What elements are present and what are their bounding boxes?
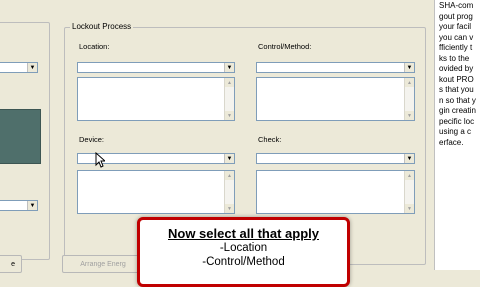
check-label: Check: bbox=[258, 135, 282, 144]
control-method-listbox[interactable]: ▲ ▼ bbox=[256, 77, 415, 121]
mouse-cursor-icon bbox=[95, 152, 105, 168]
scroll-down-icon[interactable]: ▼ bbox=[225, 204, 234, 213]
help-text-line: s that you bbox=[439, 85, 474, 94]
help-text-line: SHA-com bbox=[439, 1, 474, 10]
scroll-up-icon[interactable]: ▲ bbox=[405, 78, 414, 87]
scroll-down-icon[interactable]: ▼ bbox=[405, 204, 414, 213]
control-method-label: Control/Method: bbox=[258, 42, 312, 51]
chevron-down-icon: ▼ bbox=[27, 63, 37, 72]
arrange-energy-label: Arrange Energ bbox=[80, 260, 126, 268]
help-text-line: your facil bbox=[439, 22, 472, 31]
check-scrollbar[interactable]: ▲ ▼ bbox=[404, 171, 414, 213]
help-text-line: fficiently t bbox=[439, 43, 473, 52]
chevron-down-icon: ▼ bbox=[27, 201, 37, 210]
help-text-line: using a c bbox=[439, 127, 472, 136]
scroll-up-icon[interactable]: ▲ bbox=[405, 171, 414, 180]
scroll-up-icon[interactable]: ▲ bbox=[225, 78, 234, 87]
location-label: Location: bbox=[79, 42, 110, 51]
location-scrollbar[interactable]: ▲ ▼ bbox=[224, 78, 234, 120]
callout-item: -Control/Method bbox=[202, 256, 285, 268]
arrange-energy-button[interactable]: Arrange Energ bbox=[62, 255, 144, 273]
location-dropdown[interactable]: ▼ bbox=[77, 62, 235, 73]
device-listbox[interactable]: ▲ ▼ bbox=[77, 170, 235, 214]
chevron-down-icon[interactable]: ▼ bbox=[404, 63, 414, 72]
help-text-line: gout prog bbox=[439, 11, 473, 21]
help-text-line: you can v bbox=[439, 32, 474, 42]
left-button-label: e bbox=[11, 260, 15, 268]
help-text-line: ovided by bbox=[439, 64, 474, 73]
control-method-dropdown[interactable]: ▼ bbox=[256, 62, 415, 73]
color-preview-panel bbox=[0, 109, 41, 164]
help-text-line: kout PRO bbox=[439, 74, 474, 84]
help-text-line: ks to the bbox=[439, 53, 470, 63]
callout-heading: Now select all that apply bbox=[168, 226, 319, 241]
scroll-up-icon[interactable]: ▲ bbox=[225, 171, 234, 180]
chevron-down-icon[interactable]: ▼ bbox=[224, 154, 234, 163]
location-listbox[interactable]: ▲ ▼ bbox=[77, 77, 235, 121]
help-text-line: gin creatin bbox=[439, 106, 476, 115]
check-listbox[interactable]: ▲ ▼ bbox=[256, 170, 415, 214]
help-text-line: n so that y bbox=[439, 95, 476, 105]
instruction-callout: Now select all that apply -Location -Cont… bbox=[137, 217, 350, 287]
help-text-lines: SHA-com gout prog your facil you can v ffici… bbox=[435, 0, 480, 148]
scroll-down-icon[interactable]: ▼ bbox=[225, 111, 234, 120]
device-label: Device: bbox=[79, 135, 105, 144]
check-dropdown[interactable]: ▼ bbox=[256, 153, 415, 164]
help-text-line: pecific loc bbox=[439, 116, 475, 126]
help-text-line: erface. bbox=[439, 137, 464, 147]
device-scrollbar[interactable]: ▲ ▼ bbox=[224, 171, 234, 213]
callout-item: -Location bbox=[219, 242, 268, 254]
left-bottom-dropdown[interactable]: ▼ bbox=[0, 200, 38, 211]
group-title: Lockout Process bbox=[70, 22, 134, 31]
left-button[interactable]: e bbox=[0, 255, 22, 273]
left-top-dropdown[interactable]: ▼ bbox=[0, 62, 38, 73]
chevron-down-icon[interactable]: ▼ bbox=[404, 154, 414, 163]
scroll-down-icon[interactable]: ▼ bbox=[405, 111, 414, 120]
chevron-down-icon[interactable]: ▼ bbox=[224, 63, 234, 72]
callout-items: -Location -Control/Method bbox=[140, 241, 347, 269]
control-method-scrollbar[interactable]: ▲ ▼ bbox=[404, 78, 414, 120]
help-text-panel: SHA-com gout prog your facil you can v ffici… bbox=[434, 0, 480, 270]
